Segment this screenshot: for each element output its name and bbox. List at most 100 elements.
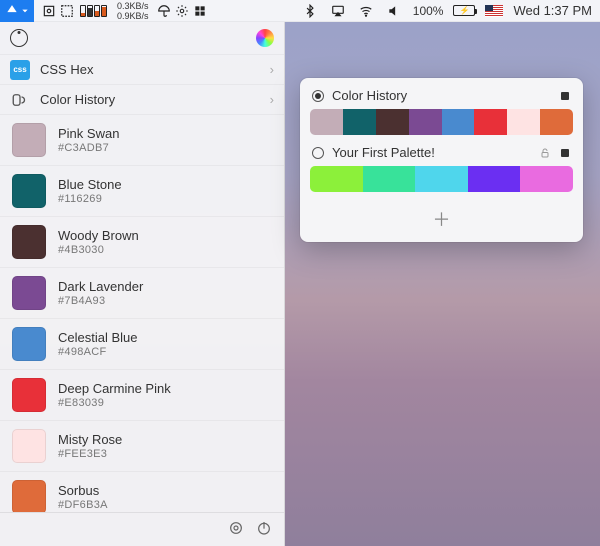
palette-color-cell[interactable] [363, 166, 416, 192]
color-swatch [12, 225, 46, 259]
color-row[interactable]: Deep Carmine Pink#E83039 [0, 369, 284, 420]
color-name-label: Dark Lavender [58, 279, 143, 294]
palette-color-cell[interactable] [343, 109, 376, 135]
color-info: Misty Rose#FEE3E3 [58, 432, 122, 460]
color-history-list: Pink Swan#C3ADB7 Blue Stone#116269 Woody B… [0, 114, 284, 512]
color-row[interactable]: Misty Rose#FEE3E3 [0, 420, 284, 471]
color-name-label: Misty Rose [58, 432, 122, 447]
section-label: CSS Hex [40, 62, 93, 77]
color-hex-label: #FEE3E3 [58, 448, 122, 460]
palette-color-cell[interactable] [468, 166, 521, 192]
color-info: Celestial Blue#498ACF [58, 330, 138, 358]
wifi-icon[interactable] [357, 4, 375, 18]
airplay-icon[interactable] [329, 4, 347, 18]
volume-icon[interactable] [385, 4, 403, 18]
color-name-label: Woody Brown [58, 228, 139, 243]
section-label: Color History [40, 92, 115, 107]
palette-color-cell[interactable] [415, 166, 468, 192]
palette-view-icon[interactable] [559, 147, 571, 159]
color-info: Deep Carmine Pink#E83039 [58, 381, 171, 409]
net-up-label: 0.3KB/s [117, 1, 149, 11]
color-name-label: Blue Stone [58, 177, 122, 192]
sip-menubar-icon[interactable] [0, 0, 34, 22]
color-hex-label: #7B4A93 [58, 295, 143, 307]
menubar-gear-icon[interactable] [173, 4, 191, 18]
color-hex-label: #E83039 [58, 397, 171, 409]
color-hex-label: #116269 [58, 193, 122, 205]
palette-history-strip[interactable] [310, 109, 573, 135]
palette-color-cell[interactable] [520, 166, 573, 192]
panel-footer [0, 512, 284, 546]
color-row[interactable]: Sorbus#DF6B3A [0, 471, 284, 512]
color-swatch [12, 429, 46, 463]
color-info: Woody Brown#4B3030 [58, 228, 139, 256]
menubar-network-stats[interactable]: 0.3KB/s 0.9KB/s [117, 1, 149, 21]
palette-color-cell[interactable] [409, 109, 442, 135]
radio-unselected-icon[interactable] [312, 147, 324, 159]
palette-color-cell[interactable] [507, 109, 540, 135]
section-color-history[interactable]: Color History › [0, 84, 284, 114]
power-icon[interactable] [256, 520, 272, 539]
lock-icon[interactable] [539, 147, 551, 159]
menubar-app-icon[interactable] [191, 4, 209, 18]
color-info: Sorbus#DF6B3A [58, 483, 108, 511]
chevron-right-icon: › [270, 92, 274, 107]
palette-color-cell[interactable] [376, 109, 409, 135]
macos-menubar: 0.3KB/s 0.9KB/s 100% ⚡ Wed 1:37 PM [0, 0, 600, 22]
color-swatch [12, 123, 46, 157]
palette-color-cell[interactable] [442, 109, 475, 135]
bluetooth-icon[interactable] [301, 4, 319, 18]
palette-history-section[interactable]: Color History [310, 88, 573, 135]
color-name-label: Deep Carmine Pink [58, 381, 171, 396]
color-row[interactable]: Dark Lavender#7B4A93 [0, 267, 284, 318]
color-info: Dark Lavender#7B4A93 [58, 279, 143, 307]
menubar-utility-icon[interactable] [40, 4, 58, 18]
color-swatch [12, 327, 46, 361]
palette-title-label: Color History [332, 88, 551, 103]
palette-color-cell[interactable] [474, 109, 507, 135]
palette-first-section[interactable]: Your First Palette! [310, 145, 573, 192]
palette-color-cell[interactable] [540, 109, 573, 135]
color-row[interactable]: Blue Stone#116269 [0, 165, 284, 216]
battery-percent-label: 100% [413, 4, 444, 18]
color-hex-label: #4B3030 [58, 244, 139, 256]
color-name-label: Pink Swan [58, 126, 119, 141]
color-name-label: Sorbus [58, 483, 108, 498]
color-row[interactable]: Celestial Blue#498ACF [0, 318, 284, 369]
palette-view-icon[interactable] [559, 90, 571, 102]
add-palette-button[interactable]: ＋ [310, 202, 573, 236]
color-hex-label: #498ACF [58, 346, 138, 358]
chevron-right-icon: › [270, 62, 274, 77]
color-info: Pink Swan#C3ADB7 [58, 126, 119, 154]
palette-first-strip[interactable] [310, 166, 573, 192]
color-hex-label: #DF6B3A [58, 499, 108, 511]
color-hex-label: #C3ADB7 [58, 142, 119, 154]
color-wheel-icon[interactable] [256, 29, 274, 47]
menubar-battery-cells-icon[interactable] [80, 5, 107, 17]
color-swatch [12, 480, 46, 512]
color-swatch [12, 174, 46, 208]
flag-us-icon[interactable] [485, 5, 503, 17]
color-swatch [12, 378, 46, 412]
menubar-crop-icon[interactable] [58, 4, 76, 18]
color-row[interactable]: Pink Swan#C3ADB7 [0, 114, 284, 165]
palette-title-label: Your First Palette! [332, 145, 531, 160]
color-swatch [12, 276, 46, 310]
section-css-hex[interactable]: css CSS Hex › [0, 54, 284, 84]
palette-popover: Color History Your First Palette! ＋ [300, 78, 583, 242]
color-info: Blue Stone#116269 [58, 177, 122, 205]
battery-icon[interactable]: ⚡ [453, 5, 475, 16]
palette-color-cell[interactable] [310, 109, 343, 135]
radio-selected-icon[interactable] [312, 90, 324, 102]
menubar-umbrella-icon[interactable] [155, 4, 173, 18]
settings-icon[interactable] [228, 520, 244, 539]
picker-circle-icon[interactable] [10, 29, 28, 47]
color-row[interactable]: Woody Brown#4B3030 [0, 216, 284, 267]
sip-main-panel: css CSS Hex › Color History › Pink Swan#… [0, 22, 285, 546]
net-down-label: 0.9KB/s [117, 11, 149, 21]
menubar-clock[interactable]: Wed 1:37 PM [513, 3, 592, 18]
color-name-label: Celestial Blue [58, 330, 138, 345]
palette-color-cell[interactable] [310, 166, 363, 192]
css-badge-icon: css [10, 60, 30, 80]
history-icon [10, 90, 30, 110]
